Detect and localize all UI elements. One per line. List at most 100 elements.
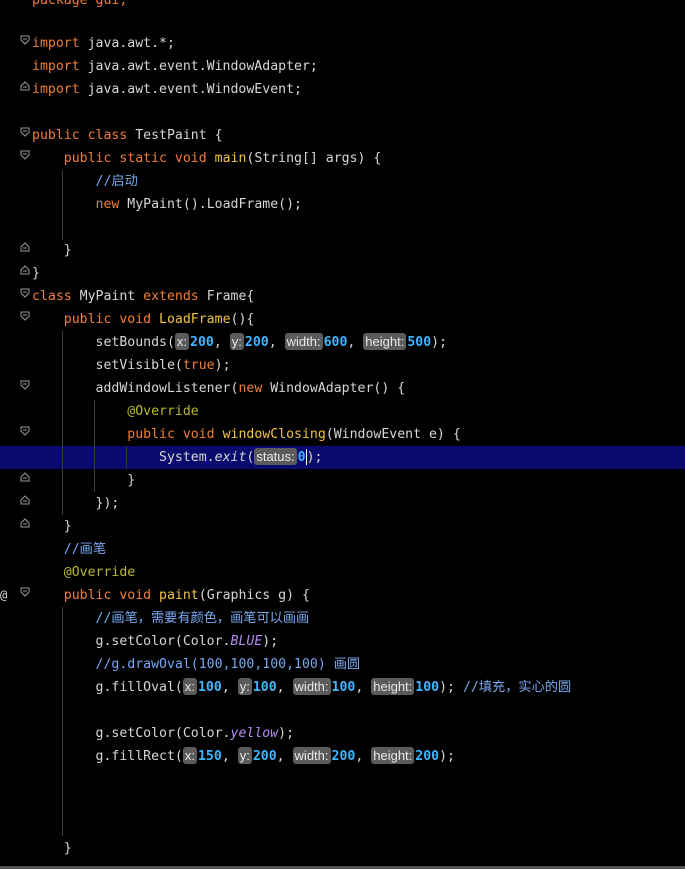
code-line[interactable]: } [0,239,685,262]
code-editor[interactable]: package gui; import java.awt.*; import jav… [0,0,685,869]
code-token: java.awt.event.WindowEvent; [79,82,302,97]
parameter-hint: x: [174,333,190,350]
code-token: setBounds( [32,335,175,350]
fold-end-icon[interactable] [20,472,30,482]
code-line[interactable]: package gui; [0,0,685,12]
code-token: Frame{ [206,289,255,304]
code-line[interactable]: @Override [0,400,685,423]
code-text: } [32,515,72,538]
code-token: (WindowEvent e) { [325,427,461,442]
code-token: } [32,841,72,856]
code-token: setVisible( [32,358,183,373]
code-token: //填充，实心的圆 [462,680,572,695]
code-line[interactable]: } [0,262,685,285]
code-line[interactable]: setVisible(true); [0,354,685,377]
code-text: setBounds(x: 200, y: 200, width: 600, heigh… [32,331,447,354]
code-line[interactable]: g.setColor(Color.BLUE); [0,630,685,653]
code-line[interactable]: } [0,837,685,860]
code-line[interactable]: //g.drawOval(100,100,100,100) 画圆 [0,653,685,676]
code-line[interactable]: @Override [0,561,685,584]
code-token: java.awt.*; [79,36,175,51]
code-token: (){ [230,312,255,327]
fold-open-icon[interactable] [20,587,30,597]
fold-open-icon[interactable] [20,288,30,298]
code-token: windowClosing [222,427,326,442]
code-line[interactable]: } [0,515,685,538]
code-line[interactable]: import java.awt.event.WindowEvent; [0,78,685,101]
code-line[interactable]: import java.awt.*; [0,32,685,55]
code-token: } [32,473,136,488]
code-token: BLUE [230,634,263,649]
fold-open-icon[interactable] [20,35,30,45]
fold-open-icon[interactable] [20,311,30,321]
code-line[interactable]: setBounds(x: 200, y: 200, width: 600, heigh… [0,331,685,354]
code-token: extends [143,289,207,304]
fold-end-icon[interactable] [20,242,30,252]
current-code-line[interactable]: System.exit(status: 0); [0,446,685,469]
code-token: ); [278,726,295,741]
code-token: @Override [127,404,199,419]
code-token: import [32,36,80,51]
code-token: (Graphics g) { [198,588,310,603]
code-token: main [214,151,247,166]
code-token: //画笔 [63,542,107,557]
code-line[interactable]: public void paint(Graphics g) { [0,584,685,607]
code-text: //启动 [32,170,138,193]
code-token: g.fillRect( [32,749,183,764]
code-token: ); [262,634,279,649]
code-line[interactable]: new MyPaint().LoadFrame(); [0,193,685,216]
code-token: //g.drawOval(100,100,100,100) 画圆 [95,657,361,672]
parameter-hint: height: [363,333,407,350]
fold-end-icon[interactable] [20,265,30,275]
code-token: , [355,680,372,695]
fold-end-icon[interactable] [20,495,30,505]
code-token: import [32,82,80,97]
code-line[interactable]: //画笔，需要有颜色，画笔可以画画 [0,607,685,630]
code-line[interactable]: import java.awt.event.WindowAdapter; [0,55,685,78]
code-line[interactable]: addWindowListener(new WindowAdapter() { [0,377,685,400]
fold-open-icon[interactable] [20,127,30,137]
code-token: public void [63,312,160,327]
code-line[interactable]: }); [0,492,685,515]
code-line[interactable]: g.fillOval(x: 100, y: 100, width: 100, heig… [0,676,685,699]
code-text: g.setColor(Color.BLUE); [32,630,279,653]
override-marker-icon[interactable]: @ [0,589,10,601]
code-token: LoadFrame [159,312,231,327]
code-line[interactable]: g.setColor(Color.yellow); [0,722,685,745]
parameter-hint: width: [292,678,331,695]
fold-end-icon[interactable] [20,518,30,528]
code-token: new [238,381,271,396]
code-token: } [32,266,40,281]
code-token: ( [246,450,255,465]
code-token: java.awt.event.WindowAdapter; [79,59,318,74]
code-token: //画笔，需要有颜色，画笔可以画画 [95,611,310,626]
code-line[interactable]: //画笔 [0,538,685,561]
code-line[interactable]: public void windowClosing(WindowEvent e)… [0,423,685,446]
fold-open-icon[interactable] [20,150,30,160]
code-text: @Override [32,561,135,584]
code-token: ); [431,335,448,350]
fold-open-icon[interactable] [20,380,30,390]
fold-open-icon[interactable] [20,426,30,436]
indent-guide [62,607,63,836]
parameter-hint: height: [371,678,415,695]
code-line[interactable]: g.fillRect(x: 150, y: 200, width: 200, heig… [0,745,685,768]
code-token: 600 [323,335,348,350]
code-line[interactable]: //启动 [0,170,685,193]
code-line[interactable]: public static void main(String[] args) { [0,147,685,170]
code-token: @Override [63,565,136,580]
code-text: @Override [32,400,199,423]
code-text: g.fillOval(x: 100, y: 100, width: 100, heig… [32,676,571,699]
fold-end-icon[interactable] [20,81,30,91]
code-line[interactable]: public class TestPaint { [0,124,685,147]
code-line[interactable]: class MyPaint extends Frame{ [0,285,685,308]
code-line[interactable]: } [0,469,685,492]
code-token: , [355,749,372,764]
code-line[interactable]: public void LoadFrame(){ [0,308,685,331]
code-text: //画笔，需要有颜色，画笔可以画画 [32,607,310,630]
